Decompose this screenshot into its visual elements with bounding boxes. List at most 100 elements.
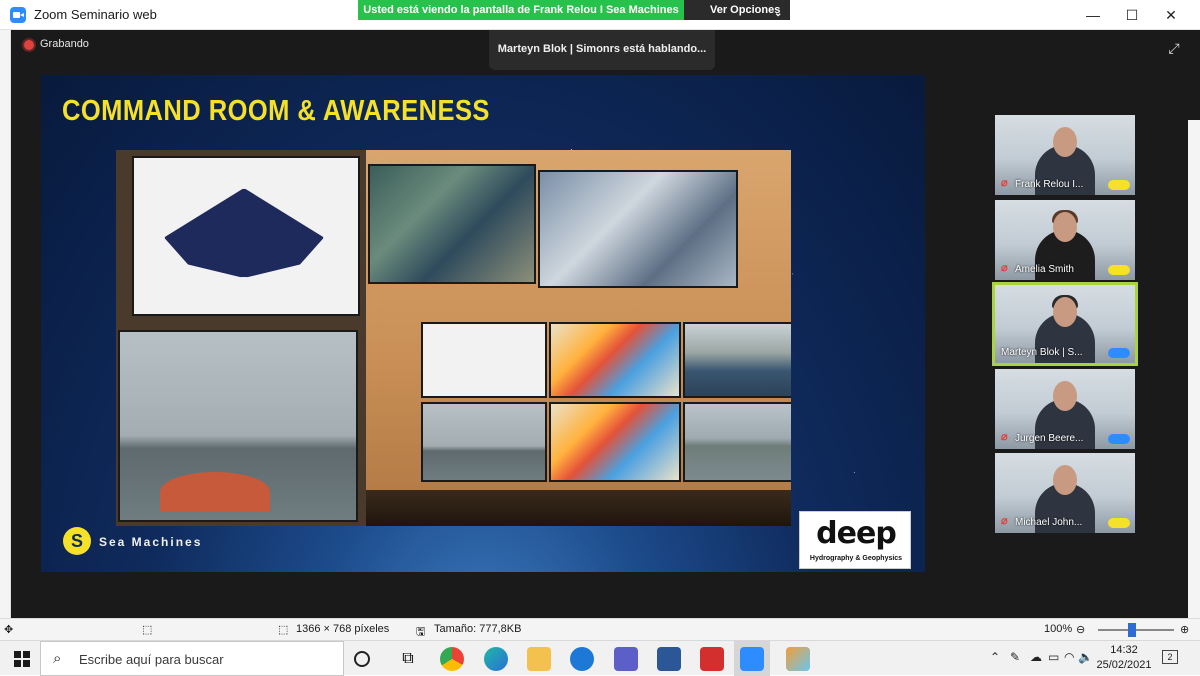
- maximize-icon: ☐: [1125, 7, 1139, 23]
- participant-name: Amelia Smith: [1015, 264, 1074, 275]
- sonar-monitor: [132, 156, 360, 316]
- recording-label: Grabando: [40, 38, 89, 50]
- close-button[interactable]: ✕: [1160, 4, 1182, 26]
- search-icon: ⌕: [53, 650, 62, 667]
- windows-taskbar: ⌕ Escribe aquí para buscar ⧉ ⌃ ✎ ☁ ▭ ◠ 🔈…: [0, 640, 1200, 676]
- participant-tile[interactable]: ⌀ Frank Relou I...: [995, 115, 1135, 195]
- selection-icon: ⬚: [142, 624, 153, 636]
- image-dimensions: 1366 × 768 píxeles: [296, 623, 390, 635]
- dimensions-icon: ⬚: [278, 624, 289, 636]
- deep-logo-word: deep: [816, 516, 897, 551]
- image-viewer-statusbar: ✥ ⬚ ⬚ 1366 × 768 píxeles 🖫 Tamaño: 777,8…: [0, 618, 1200, 640]
- sonar-fan-display: [164, 188, 324, 278]
- participant-tile-active[interactable]: Marteyn Blok | S...: [992, 282, 1138, 366]
- chevron-down-icon: ⌄: [774, 8, 783, 19]
- participant-name: Jurgen Beere...: [1015, 433, 1084, 444]
- minimize-button[interactable]: —: [1082, 4, 1104, 26]
- tray-app-icon[interactable]: ✎: [1010, 650, 1020, 664]
- clock-time: 14:32: [1110, 644, 1138, 656]
- sea-machines-logo: [63, 527, 91, 555]
- chart-map-monitor: [538, 170, 738, 288]
- boat-camera-monitor: [683, 322, 791, 398]
- move-icon: ✥: [4, 624, 14, 636]
- paint-icon[interactable]: [786, 647, 810, 671]
- onedrive-icon[interactable]: ☁: [1030, 650, 1042, 664]
- river-camera-monitor: [683, 402, 791, 482]
- zoom-out-button[interactable]: ⊖: [1076, 623, 1085, 636]
- clock-date: 25/02/2021: [1096, 659, 1152, 671]
- deep-logo: deep Hydrography & Geophysics: [799, 511, 911, 569]
- battery-icon[interactable]: ▭: [1048, 650, 1059, 664]
- fullscreen-icon[interactable]: ⤢: [1166, 40, 1182, 56]
- mic-muted-icon: ⌀: [1001, 515, 1008, 527]
- slide-title: COMMAND ROOM & AWARENESS: [62, 95, 490, 127]
- acrobat-icon[interactable]: [700, 647, 724, 671]
- sea-machines-tag-icon: [1108, 265, 1130, 275]
- task-view-icon[interactable]: ⧉: [396, 647, 420, 671]
- command-room-photo: [116, 150, 791, 526]
- participant-tile[interactable]: ⌀ Amelia Smith: [995, 200, 1135, 280]
- notification-center-icon[interactable]: 2: [1162, 650, 1178, 664]
- chrome-icon[interactable]: [440, 647, 464, 671]
- notification-count: 2: [1167, 652, 1173, 662]
- shared-screen-slide: COMMAND ROOM & AWARENESS Sea Machines de…: [41, 75, 925, 572]
- file-explorer-icon[interactable]: [527, 647, 551, 671]
- wifi-icon[interactable]: ◠: [1064, 650, 1074, 664]
- participant-head: [1053, 297, 1077, 327]
- taskbar-search-box[interactable]: ⌕ Escribe aquí para buscar: [40, 641, 344, 676]
- bathymetry-3d-monitor: [549, 402, 681, 482]
- word-icon[interactable]: [657, 647, 681, 671]
- window-title: Zoom Seminario web: [34, 7, 157, 22]
- bathymetry-monitor: [549, 322, 681, 398]
- minimize-icon: —: [1086, 7, 1100, 23]
- participant-tile[interactable]: ⌀ Michael John...: [995, 453, 1135, 533]
- deep-logo-subtitle: Hydrography & Geophysics: [809, 555, 903, 562]
- zoom-slider-thumb[interactable]: [1128, 623, 1137, 637]
- camera-monitor-small: [421, 402, 547, 482]
- boat-bow: [160, 472, 270, 512]
- view-options-label: Ver Opciones: [710, 4, 781, 16]
- close-icon: ✕: [1165, 7, 1177, 23]
- participant-head: [1053, 381, 1077, 411]
- background-window-edge-right: [1188, 120, 1200, 618]
- file-size: Tamaño: 777,8KB: [434, 623, 522, 635]
- skype-icon[interactable]: [570, 647, 594, 671]
- participant-head: [1053, 127, 1077, 157]
- taskbar-clock[interactable]: 14:32 25/02/2021: [1092, 643, 1156, 673]
- tray-overflow-icon[interactable]: ⌃: [990, 650, 1000, 664]
- satellite-map-monitor: [368, 164, 536, 284]
- deep-tag-icon: [1108, 434, 1130, 444]
- sea-machines-tag-icon: [1108, 518, 1130, 528]
- background-window-edge: [0, 30, 11, 618]
- participant-head: [1053, 465, 1077, 495]
- volume-icon[interactable]: 🔈: [1078, 650, 1093, 664]
- windows-start-button[interactable]: [14, 651, 30, 667]
- zoom-in-button[interactable]: ⊕: [1180, 623, 1189, 636]
- zoom-app-icon: [10, 7, 26, 23]
- participant-tile[interactable]: ⌀ Jurgen Beere...: [995, 369, 1135, 449]
- sea-machines-logo-text: Sea Machines: [99, 535, 203, 549]
- desk: [366, 490, 791, 526]
- camera-monitor: [118, 330, 358, 522]
- active-speaker-indicator: Marteyn Blok | Simonrs está hablando...: [489, 30, 715, 70]
- participant-head: [1053, 212, 1077, 242]
- participant-name: Michael John...: [1015, 517, 1083, 528]
- deep-tag-icon: [1108, 348, 1130, 358]
- zoom-taskbar-item-active[interactable]: [734, 641, 770, 676]
- cortana-icon[interactable]: [354, 651, 370, 667]
- maximize-button[interactable]: ☐: [1121, 4, 1143, 26]
- teams-icon[interactable]: [614, 647, 638, 671]
- window-titlebar: Zoom Seminario web Usted está viendo la …: [0, 0, 1200, 30]
- edge-icon[interactable]: [484, 647, 508, 671]
- sonar-monitor-small: [421, 322, 547, 398]
- view-options-button[interactable]: Ver Opciones ⌄: [684, 0, 790, 20]
- mic-muted-icon: ⌀: [1001, 177, 1008, 189]
- zoom-icon: [740, 647, 764, 671]
- screen-share-banner: Usted está viendo la pantalla de Frank R…: [358, 0, 684, 20]
- search-placeholder: Escribe aquí para buscar: [79, 652, 224, 667]
- mic-muted-icon: ⌀: [1001, 431, 1008, 443]
- participant-name: Frank Relou I...: [1015, 179, 1084, 190]
- participant-name: Marteyn Blok | S...: [1001, 347, 1083, 358]
- mic-muted-icon: ⌀: [1001, 262, 1008, 274]
- recording-icon: [24, 40, 34, 50]
